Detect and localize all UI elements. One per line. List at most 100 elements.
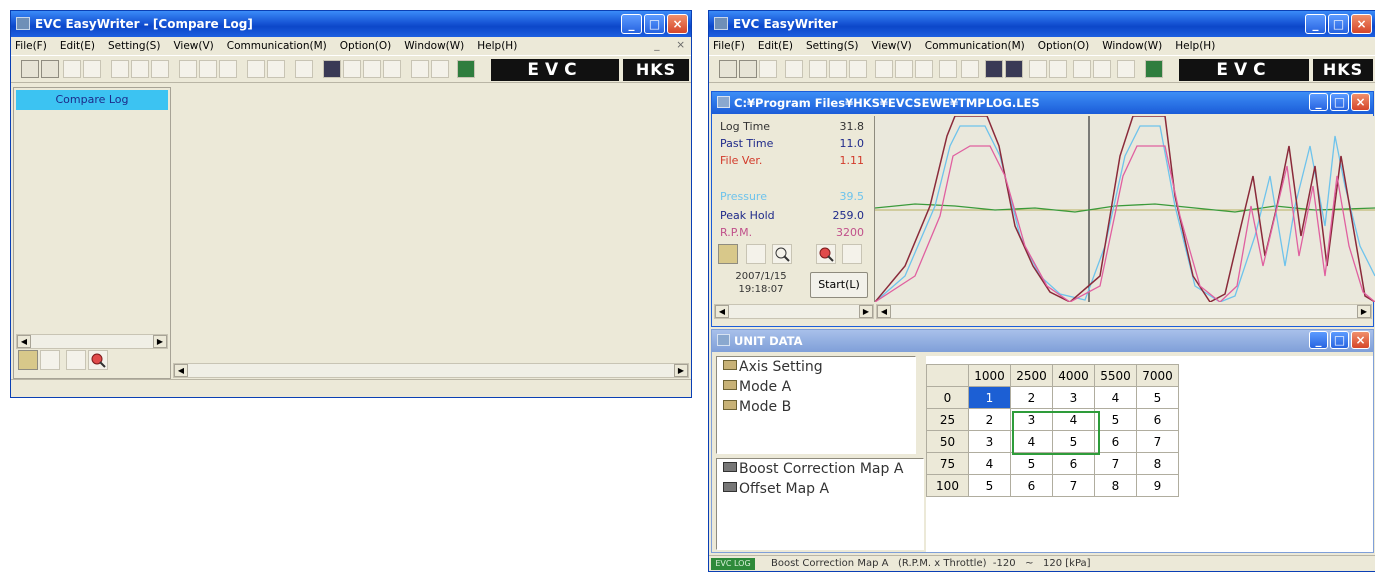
compare-icon[interactable] <box>1029 60 1047 78</box>
menu-setting[interactable]: Setting(S) <box>108 40 160 52</box>
tree-item-offset-map-a[interactable]: Offset Map A <box>723 481 829 497</box>
window-icon[interactable] <box>431 60 449 78</box>
map-tool-icon[interactable] <box>199 60 217 78</box>
menu-setting[interactable]: Setting(S) <box>806 40 858 52</box>
zoom-in-icon[interactable] <box>88 350 108 370</box>
menu-help[interactable]: Help(H) <box>477 40 517 52</box>
table-cell[interactable]: 1 <box>968 386 1011 409</box>
window-icon[interactable] <box>1073 60 1091 78</box>
maximize-button[interactable]: □ <box>1330 93 1349 111</box>
workspace-scrollbar[interactable]: ◀ ▶ <box>173 363 689 378</box>
stats-scrollbar[interactable]: ◀ ▶ <box>714 304 874 319</box>
menu-edit[interactable]: Edit(E) <box>758 40 793 52</box>
table-cell[interactable]: 6 <box>1010 474 1053 497</box>
scroll-right-icon[interactable]: ▶ <box>153 335 167 348</box>
maximize-button[interactable]: □ <box>1330 331 1349 349</box>
menu-help[interactable]: Help(H) <box>1175 40 1215 52</box>
paste-icon[interactable] <box>151 60 169 78</box>
left-title-bar[interactable]: EVC EasyWriter - [Compare Log] _ □ × <box>11 11 691 37</box>
menu-view[interactable]: View(V) <box>871 40 911 52</box>
menu-window[interactable]: Window(W) <box>1102 40 1162 52</box>
window-icon[interactable] <box>1093 60 1111 78</box>
minimize-button[interactable]: _ <box>1309 331 1328 349</box>
cut-icon[interactable] <box>809 60 827 78</box>
grid-tool-icon[interactable] <box>267 60 285 78</box>
start-button[interactable]: Start(L) <box>810 272 868 298</box>
sidebar-scrollbar[interactable]: ◀ ▶ <box>16 334 168 349</box>
log-window-title-bar[interactable]: C:¥Program Files¥HKS¥EVCSEWE¥TMPLOG.LES … <box>712 92 1373 114</box>
scroll-left-icon[interactable]: ◀ <box>715 305 729 318</box>
menu-option[interactable]: Option(O) <box>1038 40 1090 52</box>
table-cell[interactable]: 9 <box>1136 474 1179 497</box>
mdi-controls[interactable]: _ × <box>654 39 685 51</box>
print-icon[interactable] <box>785 60 803 78</box>
copy-icon[interactable] <box>829 60 847 78</box>
map-tool-icon[interactable] <box>875 60 893 78</box>
table-cell[interactable]: 7 <box>1052 474 1095 497</box>
table-cell[interactable]: 5 <box>968 474 1011 497</box>
menu-file[interactable]: File(F) <box>713 40 745 52</box>
open-folder-icon[interactable] <box>18 350 38 370</box>
maximize-button[interactable]: □ <box>1328 14 1349 34</box>
compare-log-tab[interactable]: Compare Log <box>16 90 168 110</box>
close-button[interactable]: × <box>1351 331 1370 349</box>
chart-icon[interactable] <box>343 60 361 78</box>
map-tool-icon[interactable] <box>179 60 197 78</box>
minimize-button[interactable]: _ <box>621 14 642 34</box>
table-cell[interactable]: 4 <box>1094 386 1137 409</box>
log-save-icon[interactable] <box>1005 60 1023 78</box>
menu-edit[interactable]: Edit(E) <box>60 40 95 52</box>
settings-icon[interactable] <box>1049 60 1067 78</box>
scroll-right-icon[interactable]: ▶ <box>859 305 873 318</box>
new-file-icon[interactable] <box>719 60 737 78</box>
table-cell[interactable]: 3 <box>968 430 1011 453</box>
window-icon[interactable] <box>411 60 429 78</box>
scroll-right-icon[interactable]: ▶ <box>1357 305 1371 318</box>
table-cell[interactable]: 7 <box>1094 452 1137 475</box>
map-tool-icon[interactable] <box>219 60 237 78</box>
scroll-left-icon[interactable]: ◀ <box>174 364 188 377</box>
log-icon[interactable] <box>985 60 1003 78</box>
scroll-right-icon[interactable]: ▶ <box>674 364 688 377</box>
paste-icon[interactable] <box>849 60 867 78</box>
menu-file[interactable]: File(F) <box>15 40 47 52</box>
graph-scrollbar[interactable]: ◀ ▶ <box>876 304 1372 319</box>
compare-icon[interactable] <box>363 60 381 78</box>
tree-item-mode-a[interactable]: Mode A <box>723 379 791 395</box>
map-tool-icon[interactable] <box>915 60 933 78</box>
window-icon[interactable] <box>1117 60 1135 78</box>
menu-communication[interactable]: Communication(M) <box>227 40 327 52</box>
tree-item-boost-correction-map-a[interactable]: Boost Correction Map A <box>723 461 903 477</box>
unit-data-title-bar[interactable]: UNIT DATA _ □ × <box>712 330 1373 352</box>
table-cell[interactable]: 5 <box>1010 452 1053 475</box>
grid-tool-icon[interactable] <box>295 60 313 78</box>
blank-tool-icon[interactable] <box>40 350 60 370</box>
menu-window[interactable]: Window(W) <box>404 40 464 52</box>
open-folder-icon[interactable] <box>739 60 757 78</box>
log-icon[interactable] <box>323 60 341 78</box>
close-button[interactable]: × <box>1351 14 1372 34</box>
tree-item-mode-b[interactable]: Mode B <box>723 399 791 415</box>
table-cell[interactable]: 3 <box>1052 386 1095 409</box>
zoom-out-icon[interactable] <box>66 350 86 370</box>
table-cell[interactable]: 7 <box>1136 430 1179 453</box>
close-button[interactable]: × <box>1351 93 1370 111</box>
tree-item-axis-setting[interactable]: Axis Setting <box>723 359 823 375</box>
map-tool-icon[interactable] <box>895 60 913 78</box>
grid-tool-icon[interactable] <box>961 60 979 78</box>
log-graph[interactable] <box>874 115 1375 303</box>
table-cell[interactable]: 2 <box>1010 386 1053 409</box>
table-cell[interactable]: 4 <box>968 452 1011 475</box>
menu-communication[interactable]: Communication(M) <box>925 40 1025 52</box>
table-cell[interactable]: 5 <box>1136 386 1179 409</box>
zoom-out-icon[interactable] <box>772 244 792 264</box>
save-icon[interactable] <box>746 244 766 264</box>
car-icon[interactable] <box>939 60 957 78</box>
save-icon[interactable] <box>63 60 81 78</box>
table-cell[interactable]: 5 <box>1094 408 1137 431</box>
close-button[interactable]: × <box>667 14 688 34</box>
minimize-button[interactable]: _ <box>1305 14 1326 34</box>
open-folder-icon[interactable] <box>41 60 59 78</box>
connect-icon[interactable] <box>457 60 475 78</box>
copy-icon[interactable] <box>131 60 149 78</box>
